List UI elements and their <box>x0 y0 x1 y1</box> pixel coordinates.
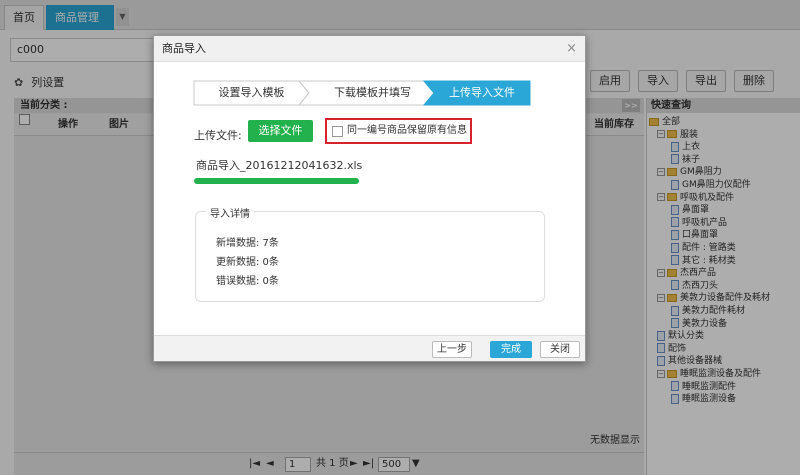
uploaded-file-name: 商品导入_20161212041632.xls <box>196 159 363 172</box>
finish-button[interactable]: 完成 <box>490 341 532 358</box>
upload-progress-bar <box>194 178 359 184</box>
close-button[interactable]: 关闭 <box>540 341 580 358</box>
keep-info-label[interactable]: 同一编号商品保留原有信息 <box>347 125 467 137</box>
keep-info-option: 同一编号商品保留原有信息 <box>325 118 472 144</box>
step-set-template: 设置导入模板 <box>218 86 285 99</box>
upload-file-label: 上传文件: <box>194 129 242 142</box>
dialog-title: 商品导入 <box>154 36 585 62</box>
detail-errors: 错误数据: 0条 <box>216 276 279 287</box>
close-icon[interactable]: × <box>566 41 577 56</box>
choose-file-button[interactable]: 选择文件 <box>248 120 313 142</box>
upload-progress-fill <box>194 178 359 184</box>
detail-updated: 更新数据: 0条 <box>216 257 279 268</box>
import-dialog: 商品导入 × 设置导入模板 下载模板并填写 上传导入文件 上传文件: 选择文件 … <box>153 35 586 362</box>
detail-added: 新增数据: 7条 <box>216 238 279 249</box>
keep-info-checkbox[interactable] <box>332 126 343 137</box>
step-download-template: 下载模板并填写 <box>334 86 411 99</box>
step-upload-file: 上传导入文件 <box>449 86 515 99</box>
dialog-footer: 上一步 完成 关闭 <box>154 335 585 361</box>
import-details-legend: 导入详情 <box>206 205 254 220</box>
prev-step-button[interactable]: 上一步 <box>432 341 472 358</box>
import-details-box: 导入详情 新增数据: 7条 更新数据: 0条 错误数据: 0条 <box>195 205 545 302</box>
